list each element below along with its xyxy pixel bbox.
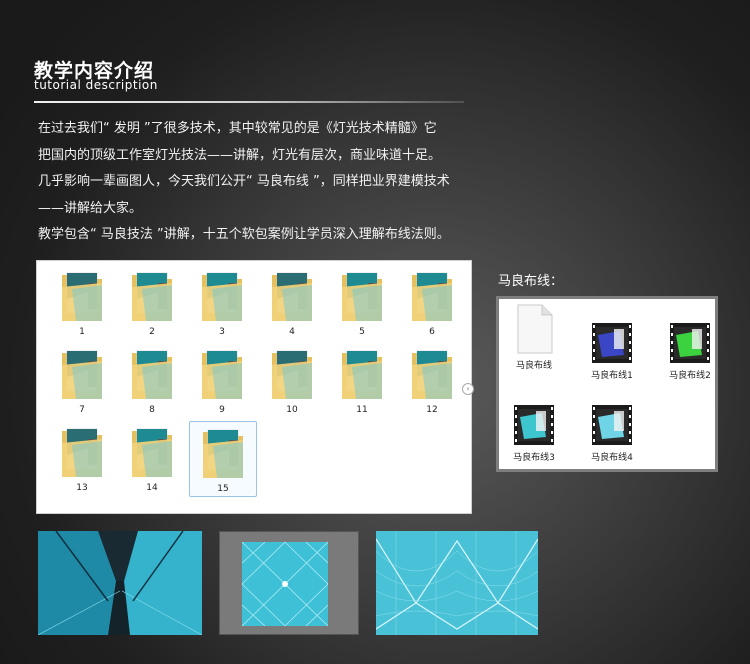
intro-line: 教学包含“ 马良技法 ”讲解，十五个软包案例让学员深入理解布线法则。 <box>38 227 450 242</box>
folder-item[interactable]: 11 <box>329 343 395 417</box>
folder-item[interactable]: 9 <box>189 343 255 417</box>
folder-explorer: 1 2 3 4 5 6 7 8 9 10 11 12 13 14 15 <box>36 260 472 514</box>
folder-label: 8 <box>149 405 155 415</box>
folder-icon <box>132 350 172 399</box>
folder-item[interactable]: 14 <box>119 421 185 495</box>
folder-label: 5 <box>359 327 365 337</box>
folder-icon <box>412 350 452 399</box>
folder-icon <box>272 350 312 399</box>
malian-label: 马良布线： <box>498 274 564 289</box>
folder-item[interactable]: 8 <box>119 343 185 417</box>
preview-thumbnail-2 <box>219 531 359 635</box>
folder-icon <box>342 350 382 399</box>
folder-item[interactable]: 5 <box>329 265 395 339</box>
title-divider <box>34 101 464 103</box>
video-file-icon <box>592 405 632 445</box>
folder-icon <box>132 272 172 321</box>
intro-line: ——讲解给大家。 <box>38 200 143 216</box>
document-file-icon <box>517 304 553 354</box>
folder-icon <box>272 272 312 321</box>
video-file-item[interactable]: 马良布线3 <box>503 403 565 463</box>
intro-line: 在过去我们“ 发明 ”了很多技术，其中较常见的是《灯光技术精髓》它 <box>38 121 437 136</box>
file-label: 马良布线 <box>515 361 552 371</box>
video-file-item[interactable]: 马良布线1 <box>581 321 643 381</box>
folder-label: 7 <box>79 405 85 415</box>
folder-item[interactable]: 15 <box>189 421 257 497</box>
folder-label: 6 <box>429 327 435 337</box>
folder-label: 12 <box>426 405 438 415</box>
folder-item[interactable]: 7 <box>49 343 115 417</box>
folder-label: 15 <box>217 484 229 494</box>
video-file-item[interactable]: 马良布线4 <box>581 403 643 463</box>
folder-label: 3 <box>219 327 225 337</box>
file-label: 马良布线3 <box>513 453 555 463</box>
folder-icon <box>203 429 243 478</box>
file-label: 马良布线4 <box>591 453 633 463</box>
folder-label: 13 <box>76 483 88 493</box>
scroll-arrow-button[interactable]: ‹ <box>462 383 474 395</box>
folder-item[interactable]: 12 <box>399 343 465 417</box>
folder-label: 11 <box>356 405 368 415</box>
intro-line: 几乎影响一辈画图人，今天我们公开“ 马良布线 ”，同样把业界建模技术 <box>38 174 450 189</box>
folder-icon <box>202 272 242 321</box>
folder-item[interactable]: 2 <box>119 265 185 339</box>
folder-icon <box>62 272 102 321</box>
preview-thumbnail-3 <box>376 531 538 635</box>
video-file-item[interactable]: 马良布线2 <box>659 321 721 381</box>
folder-item[interactable]: 4 <box>259 265 325 339</box>
malian-file-panel: 马良布线马良布线1 马良布线2 马良布线3 马良布线4 <box>496 296 718 472</box>
file-label: 马良布线1 <box>591 371 633 381</box>
folder-label: 9 <box>219 405 225 415</box>
folder-item[interactable]: 1 <box>49 265 115 339</box>
intro-text: 在过去我们“ 发明 ”了很多技术，其中较常见的是《灯光技术精髓》它 把国内的顶级… <box>38 116 558 249</box>
folder-icon <box>62 428 102 477</box>
folder-label: 1 <box>79 327 85 337</box>
folder-item[interactable]: 3 <box>189 265 255 339</box>
page-subtitle: tutorial description <box>34 78 158 92</box>
video-file-icon <box>514 405 554 445</box>
folder-label: 4 <box>289 327 295 337</box>
folder-item[interactable]: 10 <box>259 343 325 417</box>
folder-item[interactable]: 6 <box>399 265 465 339</box>
folder-icon <box>412 272 452 321</box>
video-file-icon <box>670 323 710 363</box>
folder-icon <box>132 428 172 477</box>
preview-thumbnail-1 <box>38 531 202 635</box>
document-file-item[interactable]: 马良布线 <box>503 303 565 371</box>
folder-icon <box>342 272 382 321</box>
folder-label: 14 <box>146 483 158 493</box>
file-label: 马良布线2 <box>669 371 711 381</box>
folder-label: 2 <box>149 327 155 337</box>
folder-icon <box>62 350 102 399</box>
video-file-icon <box>592 323 632 363</box>
folder-label: 10 <box>286 405 298 415</box>
intro-line: 把国内的顶级工作室灯光技法——讲解，灯光有层次，商业味道十足。 <box>38 147 442 163</box>
folder-item[interactable]: 13 <box>49 421 115 495</box>
folder-icon <box>202 350 242 399</box>
